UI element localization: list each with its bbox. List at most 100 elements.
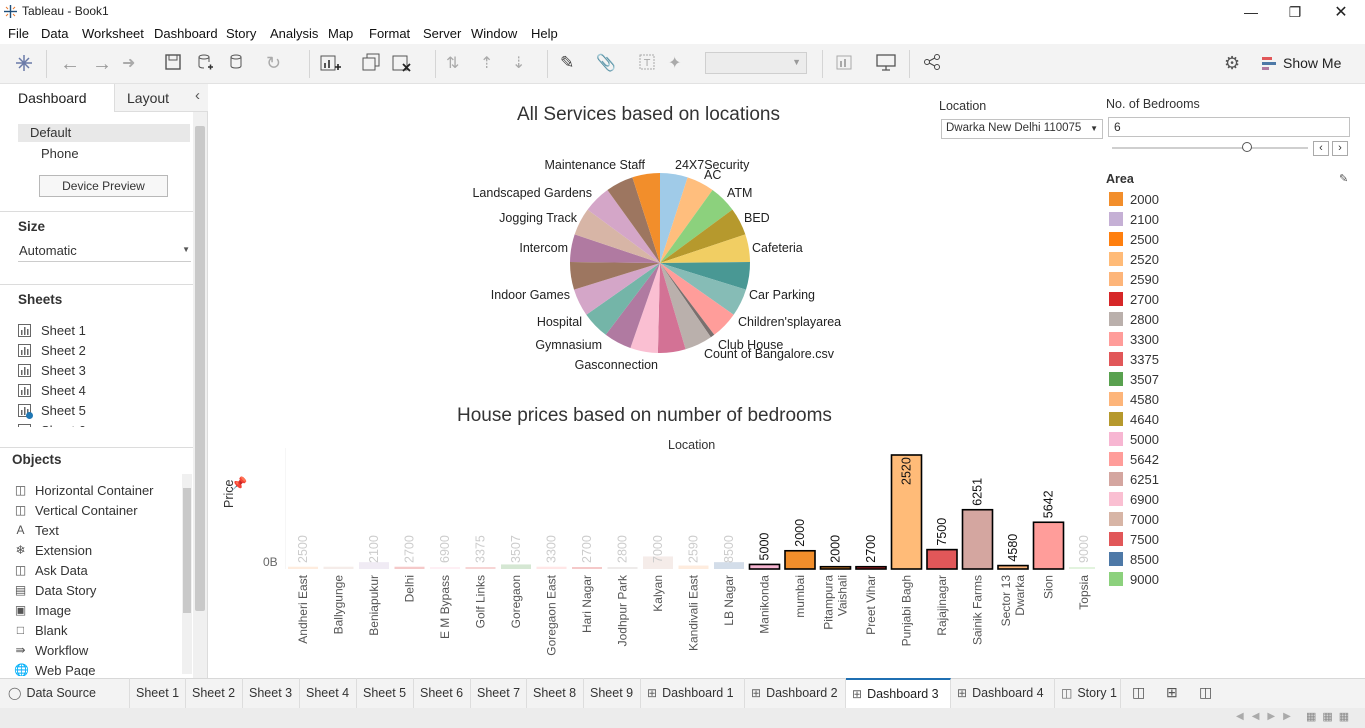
- legend-item[interactable]: 2100: [1109, 209, 1229, 229]
- legend-item[interactable]: 3375: [1109, 349, 1229, 369]
- menu-item-analysis[interactable]: Analysis: [270, 26, 318, 41]
- close-window-button[interactable]: ✕: [1318, 0, 1364, 24]
- bar[interactable]: [323, 566, 354, 569]
- minimize-window-button[interactable]: —: [1228, 0, 1274, 24]
- object-item-ask-data[interactable]: ◫ Ask Data: [14, 560, 88, 580]
- menu-item-map[interactable]: Map: [328, 26, 353, 41]
- legend-item[interactable]: 2000: [1109, 189, 1229, 209]
- legend-item[interactable]: 8500: [1109, 549, 1229, 569]
- legend-item[interactable]: 4580: [1109, 389, 1229, 409]
- scrollbar-thumb[interactable]: [195, 126, 205, 611]
- legend-item[interactable]: 5642: [1109, 449, 1229, 469]
- sheet-navigation-icons[interactable]: ◀◀▶▶: [1236, 711, 1299, 722]
- swap-rows-columns-icon[interactable]: ⇅: [446, 53, 466, 73]
- menu-item-file[interactable]: File: [8, 26, 29, 41]
- legend-item[interactable]: 2800: [1109, 309, 1229, 329]
- new-worksheet-icon[interactable]: [320, 53, 341, 73]
- bar[interactable]: [465, 567, 496, 569]
- legend-item[interactable]: 7500: [1109, 529, 1229, 549]
- menu-item-help[interactable]: Help: [531, 26, 558, 41]
- tab-sheet-7[interactable]: Sheet 7: [471, 678, 527, 708]
- left-panel-scrollbar[interactable]: [193, 112, 207, 678]
- tab-sheet-1[interactable]: Sheet 1: [130, 678, 186, 708]
- tab-dashboard-2[interactable]: ⊞ Dashboard 2: [745, 678, 846, 708]
- tab-sheet-9[interactable]: Sheet 9: [584, 678, 641, 708]
- tab-sheet-3[interactable]: Sheet 3: [243, 678, 300, 708]
- fix-axes-icon[interactable]: ✦: [668, 53, 688, 73]
- sheet-list-item[interactable]: Sheet 4: [18, 380, 86, 400]
- tab-dashboard[interactable]: Dashboard: [0, 84, 114, 112]
- legend-item[interactable]: 3300: [1109, 329, 1229, 349]
- menu-item-server[interactable]: Server: [423, 26, 461, 41]
- undo-icon[interactable]: ←: [60, 53, 80, 75]
- object-item-data-story[interactable]: ▤ Data Story: [14, 580, 97, 600]
- slider-previous-button[interactable]: ‹: [1313, 141, 1329, 156]
- new-story-tab-icon[interactable]: ◫: [1199, 684, 1212, 701]
- legend-item[interactable]: 6251: [1109, 469, 1229, 489]
- bar[interactable]: [678, 565, 709, 569]
- clear-sheet-icon[interactable]: [392, 53, 412, 73]
- bar[interactable]: [1069, 567, 1095, 569]
- tab-story-1[interactable]: ◫ Story 1: [1055, 678, 1121, 708]
- bar[interactable]: [394, 566, 425, 569]
- show-cards-icon[interactable]: [836, 53, 856, 73]
- menu-item-data[interactable]: Data: [41, 26, 68, 41]
- show-mark-labels-icon[interactable]: T: [638, 53, 658, 73]
- legend-item[interactable]: 3507: [1109, 369, 1229, 389]
- sort-descending-icon[interactable]: ⇣: [512, 53, 532, 73]
- object-item-workflow[interactable]: ⇛ Workflow: [14, 640, 88, 660]
- redo-icon[interactable]: →: [92, 53, 112, 75]
- new-data-source-icon[interactable]: [196, 53, 216, 73]
- legend-item[interactable]: 6900: [1109, 489, 1229, 509]
- sheet-list-item[interactable]: Sheet 3: [18, 360, 86, 380]
- legend-edit-icon[interactable]: ✎: [1339, 172, 1348, 185]
- object-item-horizontal-container[interactable]: ◫ Horizontal Container: [14, 480, 154, 500]
- group-members-icon[interactable]: 📎: [596, 53, 616, 73]
- refresh-icon[interactable]: ↻: [266, 53, 286, 73]
- legend-item[interactable]: 4640: [1109, 409, 1229, 429]
- menu-item-window[interactable]: Window: [471, 26, 517, 41]
- slider-next-button[interactable]: ›: [1332, 141, 1348, 156]
- bar[interactable]: [288, 566, 318, 569]
- bar[interactable]: [855, 565, 887, 570]
- scrollbar-thumb[interactable]: [183, 488, 191, 613]
- legend-item[interactable]: 2500: [1109, 229, 1229, 249]
- bar[interactable]: [1032, 521, 1065, 570]
- duplicate-sheet-icon[interactable]: [362, 53, 382, 73]
- bedrooms-slider-track[interactable]: [1112, 147, 1308, 149]
- pause-updates-icon[interactable]: [228, 53, 248, 73]
- tableau-home-icon[interactable]: [14, 53, 34, 73]
- object-item-image[interactable]: ▣ Image: [14, 600, 71, 620]
- tab-sheet-2[interactable]: Sheet 2: [186, 678, 243, 708]
- bar[interactable]: [607, 567, 638, 569]
- legend-item[interactable]: 2520: [1109, 249, 1229, 269]
- bedrooms-value-input[interactable]: 6: [1108, 117, 1350, 137]
- show-me-button[interactable]: Show Me: [1261, 53, 1341, 73]
- bar[interactable]: [430, 567, 460, 569]
- legend-item[interactable]: 7000: [1109, 509, 1229, 529]
- bar[interactable]: [926, 548, 958, 570]
- restore-window-button[interactable]: ❐: [1272, 0, 1318, 24]
- sheet-list-item[interactable]: Sheet 2: [18, 340, 86, 360]
- bar[interactable]: [819, 565, 852, 570]
- menu-item-worksheet[interactable]: Worksheet: [82, 26, 144, 41]
- legend-item[interactable]: 5000: [1109, 429, 1229, 449]
- bar[interactable]: [501, 564, 531, 569]
- format-painter-icon[interactable]: ⚙: [1224, 53, 1244, 73]
- sheet-list-item[interactable]: Sheet 5: [18, 400, 86, 420]
- size-select[interactable]: Automatic ▼: [18, 242, 191, 262]
- highlight-icon[interactable]: ✎: [560, 53, 580, 73]
- replace-data-icon[interactable]: ➜: [122, 53, 142, 73]
- location-filter-select[interactable]: Dwarka New Delhi 110075 ▼: [941, 119, 1103, 139]
- object-item-vertical-container[interactable]: ◫ Vertical Container: [14, 500, 138, 520]
- new-dashboard-tab-icon[interactable]: ⊞: [1166, 684, 1178, 701]
- presentation-mode-icon[interactable]: [876, 53, 896, 73]
- tab-sheet-4[interactable]: Sheet 4: [300, 678, 357, 708]
- device-option-default[interactable]: Default: [18, 124, 190, 142]
- bar[interactable]: [572, 567, 602, 569]
- save-icon[interactable]: [164, 53, 184, 73]
- menu-item-format[interactable]: Format: [369, 26, 410, 41]
- device-preview-button[interactable]: Device Preview: [39, 175, 168, 197]
- tab-data-source[interactable]: ◯ Data Source: [0, 678, 130, 708]
- object-item-web-page[interactable]: 🌐 Web Page: [14, 660, 95, 677]
